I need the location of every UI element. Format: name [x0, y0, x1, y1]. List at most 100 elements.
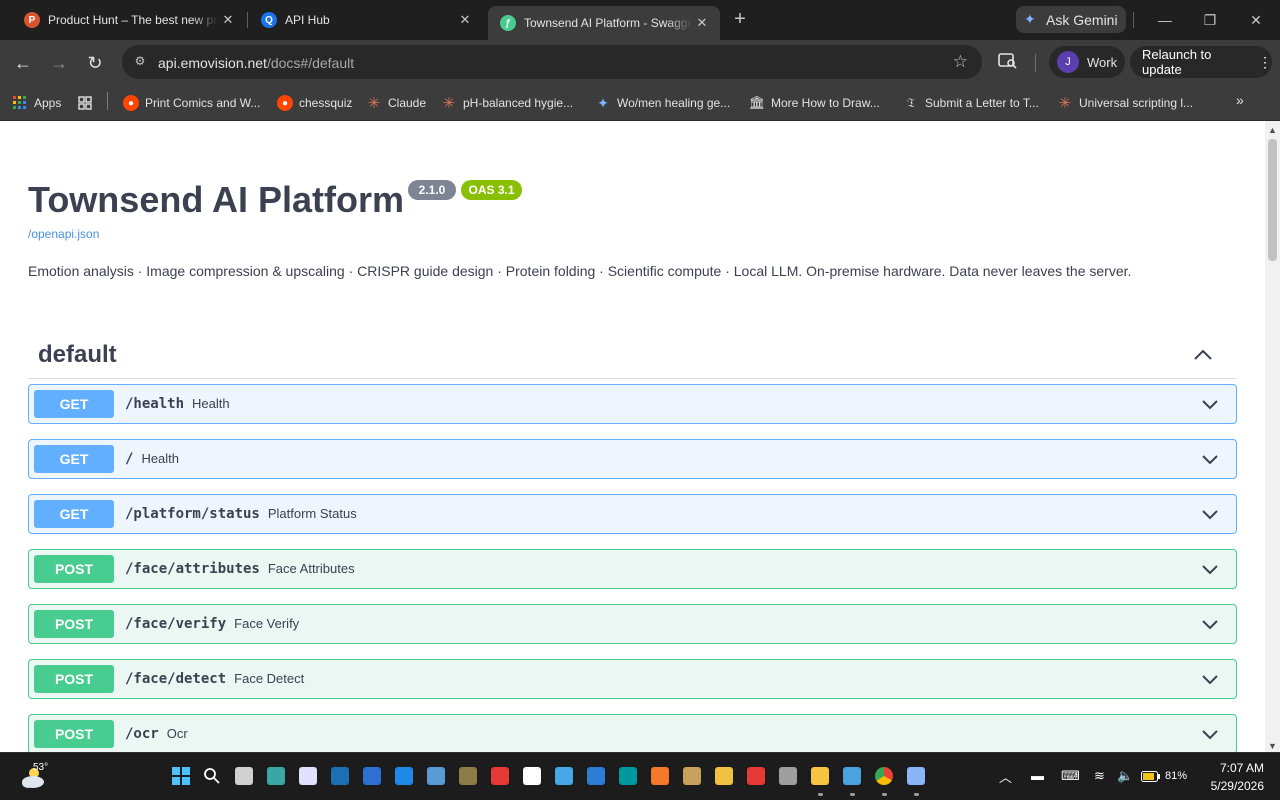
search-icon[interactable]	[203, 767, 221, 785]
chevron-down-icon[interactable]	[1200, 504, 1220, 524]
operation-path: /face/attributes Face Attributes	[125, 561, 355, 577]
bookmark-print-comics[interactable]: ● Print Comics and W...	[123, 93, 260, 113]
openapi-spec-link[interactable]: /openapi.json	[28, 227, 99, 241]
close-window-button[interactable]: ✕	[1246, 10, 1266, 30]
running-indicator	[850, 793, 855, 796]
restore-button[interactable]: ❐	[1200, 10, 1220, 30]
widgets-icon[interactable]	[267, 767, 285, 785]
snipping-tool-icon[interactable]	[299, 767, 317, 785]
remote-desktop-icon[interactable]	[395, 767, 413, 785]
page-scrollbar[interactable]: ▲ ▼	[1265, 121, 1280, 753]
more-bookmarks-button[interactable]: »	[1236, 92, 1244, 108]
scroll-down-icon[interactable]: ▼	[1268, 741, 1277, 751]
windows-start-icon[interactable]	[172, 767, 190, 785]
clock-date[interactable]: 5/29/2026	[1200, 779, 1264, 793]
bookmark-label: Universal scripting l...	[1079, 96, 1194, 110]
bookmark-star-icon[interactable]: ☆	[953, 52, 968, 72]
operation-post-face-verify[interactable]: POST /face/verify Face Verify	[28, 604, 1237, 644]
chatgpt-icon[interactable]	[523, 767, 541, 785]
operation-path: /face/verify Face Verify	[125, 616, 299, 632]
tab-title: Product Hunt – The best new products in …	[48, 13, 218, 27]
chrome-icon[interactable]	[875, 767, 893, 785]
show-hidden-icons-chevron[interactable]: ︿	[999, 767, 1012, 786]
browser-menu-icon[interactable]: ⋮	[1258, 54, 1272, 71]
close-tab-icon[interactable]: ✕	[692, 15, 712, 31]
close-tab-icon[interactable]: ✕	[218, 12, 238, 28]
word-icon[interactable]	[587, 767, 605, 785]
bookmark-claude[interactable]: ✳ Claude	[366, 93, 426, 113]
scroll-up-icon[interactable]: ▲	[1268, 125, 1277, 135]
bookmark-women-healing[interactable]: ✦ Wo/men healing ge...	[595, 93, 730, 113]
game-icon[interactable]	[683, 767, 701, 785]
reload-button[interactable]: ↻	[83, 51, 107, 75]
operation-get-health[interactable]: GET /health Health	[28, 384, 1237, 424]
operation-get-root[interactable]: GET / Health	[28, 439, 1237, 479]
tray-app-icon[interactable]: ▬	[1031, 768, 1044, 783]
bookmark-how-to-draw[interactable]: 🏛 More How to Draw...	[749, 93, 880, 113]
clock-time[interactable]: 7:07 AM	[1200, 761, 1264, 775]
chevron-down-icon[interactable]	[1200, 614, 1220, 634]
library-icon: 🏛	[748, 95, 766, 110]
tab-product-hunt[interactable]: P Product Hunt – The best new products i…	[12, 6, 246, 34]
ask-gemini-label: Ask Gemini	[1046, 11, 1118, 28]
red-app-icon[interactable]	[747, 767, 765, 785]
tag-section-header[interactable]: default	[28, 331, 1237, 379]
keyboard-icon[interactable]: ⌨	[1061, 768, 1080, 784]
terminal-icon[interactable]	[779, 767, 797, 785]
relaunch-to-update-button[interactable]: Relaunch to update ⋮	[1130, 46, 1272, 78]
profile-button[interactable]: J Work	[1049, 46, 1125, 78]
battery-icon[interactable]	[1141, 770, 1161, 785]
devices-icon[interactable]	[907, 767, 925, 785]
chevron-down-icon[interactable]	[1200, 449, 1220, 469]
paint-icon[interactable]	[715, 767, 733, 785]
chevron-up-icon[interactable]	[1191, 343, 1215, 367]
notepad-icon[interactable]	[843, 767, 861, 785]
bookmark-ph-balanced[interactable]: ✳ pH-balanced hygie...	[441, 93, 573, 113]
tab-api-hub[interactable]: Q API Hub ✕	[249, 6, 483, 34]
address-bar[interactable]: ⚙ api.emovision.net/docs#/default ☆	[122, 45, 982, 79]
volume-icon[interactable]: 🔈	[1117, 768, 1133, 784]
bookmark-submit-letter[interactable]: 𝔗 Submit a Letter to T...	[903, 93, 1039, 113]
task-view-icon[interactable]	[235, 767, 253, 785]
powershell-icon[interactable]	[363, 767, 381, 785]
ask-gemini-button[interactable]: ✦ Ask Gemini	[1016, 6, 1126, 33]
new-tab-button[interactable]: +	[730, 9, 750, 29]
chevron-down-icon[interactable]	[1200, 724, 1220, 744]
path-text: /face/verify	[125, 616, 227, 632]
scrollbar-thumb[interactable]	[1268, 139, 1277, 261]
close-tab-icon[interactable]: ✕	[455, 12, 475, 28]
bookmark-apps[interactable]: Apps	[12, 93, 61, 113]
file-explorer-icon[interactable]	[811, 767, 829, 785]
bookmark-tab-groups[interactable]	[77, 93, 99, 113]
bookmark-label: Submit a Letter to T...	[925, 96, 1039, 110]
tab-townsend-swagger[interactable]: ƒ Townsend AI Platform - Swagger UI ✕	[488, 6, 720, 40]
profile-label: Work	[1087, 54, 1118, 70]
forward-button[interactable]: →	[47, 51, 71, 75]
blender-icon[interactable]	[651, 767, 669, 785]
back-button[interactable]: ←	[11, 51, 35, 75]
url-text[interactable]: api.emovision.net/docs#/default	[158, 55, 354, 71]
google-lens-icon[interactable]	[998, 52, 1020, 72]
operation-post-face-attributes[interactable]: POST /face/attributes Face Attributes	[28, 549, 1237, 589]
gemini-icon: ✦	[597, 94, 609, 111]
operation-get-platform-status[interactable]: GET /platform/status Platform Status	[28, 494, 1237, 534]
chevron-down-icon[interactable]	[1200, 669, 1220, 689]
bookmark-chessquiz[interactable]: ● chessquiz	[277, 93, 352, 113]
gimp-icon[interactable]	[459, 767, 477, 785]
photos-icon[interactable]	[555, 767, 573, 785]
running-indicator	[882, 793, 887, 796]
operation-post-ocr[interactable]: POST /ocr Ocr	[28, 714, 1237, 753]
swagger-page: Townsend AI Platform 2.1.0 OAS 3.1 /open…	[0, 121, 1265, 753]
chevron-down-icon[interactable]	[1200, 394, 1220, 414]
bookmark-universal-scripting[interactable]: ✳ Universal scripting l...	[1057, 93, 1193, 113]
site-info-icon[interactable]: ⚙	[132, 54, 148, 70]
minimize-button[interactable]: —	[1155, 10, 1175, 30]
arduino-icon[interactable]	[619, 767, 637, 785]
chevron-down-icon[interactable]	[1200, 559, 1220, 579]
arc-icon[interactable]	[491, 767, 509, 785]
wifi-icon[interactable]: ≋	[1094, 768, 1105, 784]
tag-name: default	[38, 341, 117, 368]
settings-app-icon[interactable]	[427, 767, 445, 785]
operation-post-face-detect[interactable]: POST /face/detect Face Detect	[28, 659, 1237, 699]
steam-icon[interactable]	[331, 767, 349, 785]
